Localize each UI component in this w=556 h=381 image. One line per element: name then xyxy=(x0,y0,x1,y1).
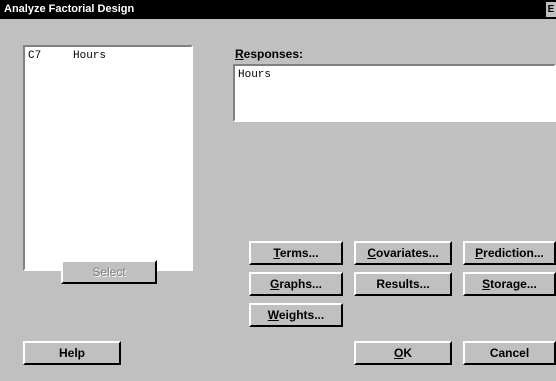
variable-list-item[interactable]: C7 Hours xyxy=(28,50,106,62)
help-button[interactable]: Help xyxy=(23,341,121,365)
terms-button[interactable]: Terms... xyxy=(249,241,343,265)
cancel-button[interactable]: Cancel xyxy=(463,341,556,365)
weights-button[interactable]: Weights... xyxy=(249,303,343,327)
title-bar[interactable]: Analyze Factorial Design E xyxy=(0,0,556,19)
storage-button[interactable]: Storage... xyxy=(463,272,556,296)
select-button[interactable]: Select xyxy=(61,260,157,284)
responses-label: Responses: xyxy=(235,47,304,61)
close-button[interactable]: E xyxy=(546,2,556,17)
responses-value: Hours xyxy=(238,69,272,81)
results-button[interactable]: Results... xyxy=(354,272,452,296)
variable-name: Hours xyxy=(73,50,107,62)
analyze-factorial-design-dialog: Analyze Factorial Design E C7 Hours Respo… xyxy=(0,0,556,381)
window-title: Analyze Factorial Design xyxy=(4,3,135,15)
variable-list[interactable]: C7 Hours xyxy=(23,45,193,271)
graphs-button[interactable]: Graphs... xyxy=(249,272,343,296)
prediction-button[interactable]: Prediction... xyxy=(463,241,556,265)
covariates-button[interactable]: Covariates... xyxy=(354,241,452,265)
responses-field[interactable]: Hours xyxy=(233,64,556,122)
variable-column: C7 xyxy=(28,50,42,62)
ok-button[interactable]: OK xyxy=(354,341,452,365)
